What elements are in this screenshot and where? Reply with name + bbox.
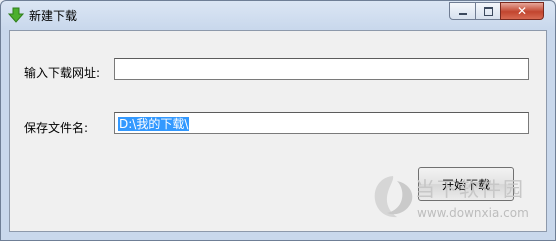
close-button[interactable]: ✕ xyxy=(500,2,544,20)
watermark-logo-icon xyxy=(374,176,413,218)
filename-input[interactable]: D:\我的下载\ xyxy=(114,112,529,134)
maximize-button[interactable] xyxy=(475,2,501,20)
filename-selected-text: D:\我的下载\ xyxy=(118,117,190,131)
download-dialog: 新建下载 ✕ 输入下载网址: 保存文件名: D:\我的下载\ 开始下载 当下软件… xyxy=(0,0,556,241)
window-title: 新建下载 xyxy=(29,9,78,23)
watermark-url: www.downxia.com xyxy=(417,206,529,220)
watermark-brand: 当下软件园 xyxy=(415,177,525,201)
title-bar[interactable]: 新建下载 ✕ xyxy=(1,1,555,30)
filename-label: 保存文件名: xyxy=(24,121,89,135)
url-input[interactable] xyxy=(114,58,529,80)
download-arrow-icon xyxy=(8,7,24,23)
minimize-button[interactable] xyxy=(449,2,476,20)
url-label: 输入下载网址: xyxy=(24,66,101,80)
close-icon: ✕ xyxy=(516,4,528,18)
